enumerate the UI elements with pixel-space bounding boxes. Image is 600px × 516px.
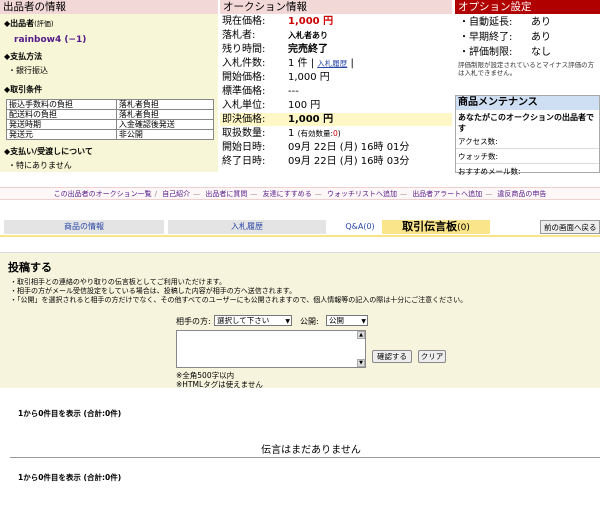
seller-auctions-link[interactable]: この出品者のオークション一覧	[54, 190, 152, 198]
clear-button[interactable]: クリア	[418, 350, 446, 363]
message-textarea[interactable]: ▲ ▼	[176, 330, 366, 368]
watch-count: ウォッチ数:	[456, 149, 599, 164]
chevron-down-icon: ▼	[361, 318, 366, 325]
divider	[10, 457, 600, 458]
start-price-row: 開始価格: 1,000 円	[222, 72, 330, 83]
buyout-row: 即決価格: 1,000 円	[220, 113, 452, 126]
restrictions-title: ◆支払い/受渡しについて	[4, 147, 93, 156]
auction-panel: オークション情報 現在価格: 1,000 円 落札者: 入札者あり 残り時間: …	[220, 0, 452, 172]
confirm-button[interactable]: 確認する	[372, 350, 412, 363]
options-note: 評価制限が設定されているとマイナス評価の方は入札できません。	[458, 61, 595, 77]
tab-underline	[0, 235, 600, 237]
quantity-value: 1	[288, 128, 295, 139]
standard-price-row: 標準価格: ---	[222, 86, 299, 97]
options-panel: オプション設定 ・自動延長: あり ・早期終了: あり ・評価制限: なし 評価…	[455, 0, 600, 95]
seller-panel-title: 出品者の情報	[0, 0, 218, 14]
add-seller-alert-link[interactable]: 出品者アラートへ追加	[412, 190, 482, 198]
recommend-count: おすすめメール数:	[458, 167, 521, 176]
current-price: 1,000 円	[288, 16, 334, 27]
post-note: ・「公開」を選択されると相手の方だけでなく、その他すべてのユーザーにも公開されま…	[10, 296, 468, 304]
payment-title: ◆支払方法	[4, 52, 43, 61]
self-intro-link[interactable]: 自己紹介	[162, 190, 190, 198]
recommend-friend-link[interactable]: 友達にすすめる	[263, 190, 312, 198]
tab-message-board[interactable]: 取引伝言板(0)	[382, 220, 490, 234]
standard-price: ---	[288, 86, 299, 97]
tab-goods-info[interactable]: 商品の情報	[4, 220, 164, 234]
remaining-value: 完売終了	[288, 44, 328, 55]
auto-extend-row: ・自動延長: あり	[459, 17, 551, 28]
rating-limit-row: ・評価制限: なし	[459, 47, 551, 58]
scroll-down-icon[interactable]: ▼	[357, 359, 365, 367]
auction-panel-title: オークション情報	[220, 0, 452, 14]
table-row: 配送料の負担 落札者負担	[6, 109, 215, 120]
chevron-down-icon: ▼	[285, 318, 290, 325]
bid-unit-row: 入札単位: 100 円	[222, 100, 321, 111]
current-price-row: 現在価格: 1,000 円	[222, 16, 334, 27]
start-date: 09月 22日 (月) 16時 01分	[288, 142, 410, 153]
table-row: 発送時期 入金確認後発送	[6, 119, 215, 130]
seller-name-link[interactable]: rainbow4	[14, 35, 61, 45]
recipient-label: 相手の方:	[176, 317, 211, 326]
end-date-row: 終了日時: 09月 22日 (月) 16時 03分	[222, 156, 410, 167]
bids-row: 入札件数: 1 件 | 入札履歴 |	[222, 58, 354, 69]
maintenance-subtitle: あなたがこのオークションの出品者です	[458, 113, 594, 133]
tab-bid-history[interactable]: 入札履歴	[168, 220, 326, 234]
bid-unit: 100 円	[288, 100, 321, 111]
recipient-select[interactable]: 選択して下さい ▼	[214, 315, 292, 326]
report-violation-link[interactable]: 違反商品の申告	[497, 190, 546, 198]
public-label: 公開:	[300, 317, 319, 326]
options-panel-title: オプション設定	[455, 0, 600, 14]
ask-seller-link[interactable]: 出品者に質問	[205, 190, 247, 198]
winner-value: 入札者あり	[288, 31, 328, 40]
winner-row: 落札者: 入札者あり	[222, 30, 328, 41]
buyout-price: 1,000 円	[288, 114, 334, 125]
payment-method: ・銀行振込	[8, 66, 48, 75]
seller-rating-link[interactable]: (−1)	[64, 35, 86, 45]
table-row: 振込手数料の負担 落札者負担	[6, 99, 215, 110]
remaining-row: 残り時間: 完売終了	[222, 44, 328, 55]
seller-panel: 出品者の情報 ◆出品者(評価) rainbow4 (−1) ◆支払方法 ・銀行振…	[0, 0, 218, 172]
start-price: 1,000 円	[288, 72, 330, 83]
maintenance-title: 商品メンテナンス	[456, 96, 599, 110]
bids-count: 1 件	[288, 58, 308, 69]
public-select[interactable]: 公開 ▼	[326, 315, 368, 326]
seller-label: ◆出品者(評価)	[4, 19, 54, 28]
result-count-top: 1から0件目を表示 (合計:0件)	[18, 409, 122, 418]
terms-table: 振込手数料の負担 落札者負担 配送料の負担 落札者負担 発送時期 入金確認後発送 発送…	[6, 99, 215, 140]
end-date: 09月 22日 (月) 16時 03分	[288, 156, 410, 167]
post-form: 投稿する ・取引相手との連絡のやり取りの伝言板としてご利用いただけます。 ・相手…	[0, 252, 600, 389]
result-count-bottom: 1から0件目を表示 (合計:0件)	[18, 473, 122, 482]
table-row: 発送元 非公開	[6, 129, 215, 140]
quantity-row: 取扱数量: 1 (有効数量:0)	[222, 128, 341, 139]
action-links-bar: この出品者のオークション一覧 / 自己紹介 — 出品者に質問 — 友達にすすめる — ウ…	[0, 187, 600, 200]
terms-title: ◆取引条件	[4, 85, 43, 94]
early-end-row: ・早期終了: あり	[459, 32, 551, 43]
empty-message: 伝言はまだありません	[261, 445, 361, 456]
maintenance-panel: 商品メンテナンス あなたがこのオークションの出品者です アクセス数: ウォッチ数…	[455, 95, 600, 176]
back-button[interactable]: 前の画面へ戻る	[540, 220, 600, 234]
post-note: ・相手の方がメール受信設定をしている場合は、投稿した内容が相手の方へ送信されます…	[10, 287, 297, 295]
start-date-row: 開始日時: 09月 22日 (月) 16時 01分	[222, 142, 410, 153]
seller-name-line: rainbow4 (−1)	[14, 35, 218, 45]
scroll-up-icon[interactable]: ▲	[357, 331, 365, 339]
access-count: アクセス数:	[456, 134, 599, 149]
tab-qa[interactable]: Q&A(0)	[340, 220, 380, 234]
post-title: 投稿する	[8, 261, 52, 274]
add-watchlist-link[interactable]: ウォッチリストへ追加	[327, 190, 397, 198]
bid-history-link[interactable]: 入札履歴	[317, 59, 347, 68]
post-note: ・取引相手との連絡のやり取りの伝言板としてご利用いただけます。	[10, 278, 227, 286]
restrictions-text: ・特にありません	[8, 161, 72, 170]
html-tag-hint: ※HTMLタグは使えません	[176, 380, 263, 389]
